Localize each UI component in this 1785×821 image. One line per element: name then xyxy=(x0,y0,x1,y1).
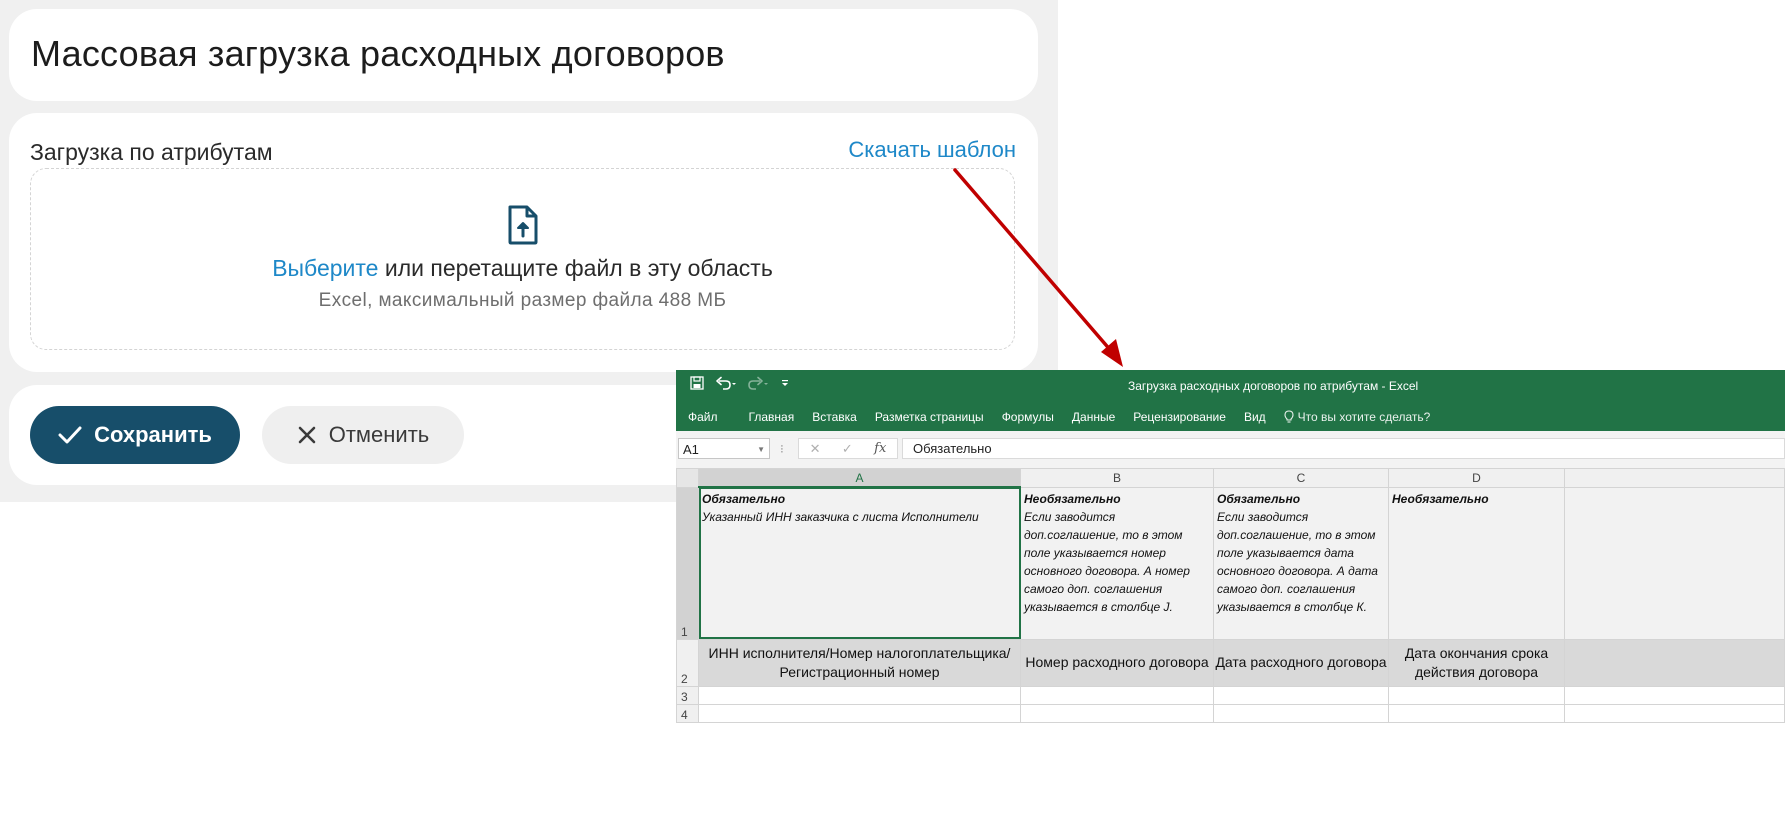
spreadsheet-grid: A B C D 1 Обязательно Указанный ИНН заказ… xyxy=(676,468,1785,821)
formula-bar: A1 ▼ ⁝ ✕ ✓ fx Обязательно xyxy=(676,431,1785,469)
cell-d1-title: Необязательно xyxy=(1392,491,1489,506)
save-button[interactable]: Сохранить xyxy=(30,406,240,464)
cancel-button-label: Отменить xyxy=(328,422,430,447)
column-header-e[interactable] xyxy=(1564,468,1785,488)
cell-a4[interactable] xyxy=(698,703,1021,723)
row-header-4[interactable]: 4 xyxy=(676,703,699,723)
confirm-edit-icon[interactable]: ✓ xyxy=(842,441,853,457)
excel-window-title: Загрузка расходных договоров по атрибута… xyxy=(1128,379,1419,393)
name-box[interactable]: A1 ▼ xyxy=(678,438,770,459)
cell-d3[interactable] xyxy=(1388,685,1565,705)
select-all-corner[interactable] xyxy=(676,468,699,488)
column-headers: A B C D xyxy=(676,468,1785,488)
cell-a1[interactable]: Обязательно Указанный ИНН заказчика с лис… xyxy=(698,486,1021,640)
dropzone-hint: Excel, максимальный размер файла 488 МБ xyxy=(318,290,727,311)
customize-icon[interactable] xyxy=(780,376,790,390)
cancel-button[interactable]: Отменить xyxy=(262,406,464,464)
save-button-label: Сохранить xyxy=(94,422,212,447)
table-row: 1 Обязательно Указанный ИНН заказчика с л… xyxy=(676,486,1785,640)
cell-a1-title: Обязательно xyxy=(702,492,786,506)
excel-window: Загрузка расходных договоров по атрибута… xyxy=(676,370,1785,821)
table-row: 4 xyxy=(676,703,1785,723)
dropzone-text: Выберите или перетащите файл в эту облас… xyxy=(31,255,1014,282)
dropzone-main-text: или перетащите файл в эту область xyxy=(378,255,773,281)
column-header-b[interactable]: B xyxy=(1020,468,1214,488)
cell-a1-text: Указанный ИНН заказчика с листа Исполнит… xyxy=(702,510,979,524)
tab-file[interactable]: Файл xyxy=(676,410,740,424)
cancel-edit-icon[interactable]: ✕ xyxy=(810,441,821,457)
tab-review[interactable]: Рецензирование xyxy=(1124,410,1235,424)
formula-input[interactable]: Обязательно xyxy=(902,438,1785,459)
column-header-a[interactable]: A xyxy=(698,468,1021,488)
cell-c4[interactable] xyxy=(1213,703,1389,723)
page-title: Массовая загрузка расходных договоров xyxy=(31,33,725,74)
cell-d2[interactable]: Дата окончания срока действия договора xyxy=(1388,638,1565,687)
cell-c1-text: Если заводится доп.соглашение, то в этом… xyxy=(1217,509,1378,614)
row-header-1[interactable]: 1 xyxy=(676,486,699,640)
cell-a2[interactable]: ИНН исполнителя/Номер налогоплательщика/… xyxy=(698,638,1021,687)
formula-buttons: ✕ ✓ fx xyxy=(798,438,898,459)
cell-b2[interactable]: Номер расходного договора xyxy=(1020,638,1214,687)
cell-c2[interactable]: Дата расходного договора xyxy=(1213,638,1389,687)
excel-titlebar: Загрузка расходных договоров по атрибута… xyxy=(676,370,1785,403)
download-template-link[interactable]: Скачать шаблон xyxy=(848,137,1016,163)
chevron-down-icon: ▼ xyxy=(757,445,765,454)
tell-me-text: Что вы хотите сделать? xyxy=(1297,410,1431,424)
tab-data[interactable]: Данные xyxy=(1063,410,1124,424)
cell-d4[interactable] xyxy=(1388,703,1565,723)
file-dropzone[interactable]: Выберите или перетащите файл в эту облас… xyxy=(30,168,1015,350)
check-icon xyxy=(58,426,82,444)
close-icon xyxy=(298,426,316,444)
name-box-value: A1 xyxy=(683,442,699,457)
cell-b1-text: Если заводится доп.соглашение, то в этом… xyxy=(1024,509,1190,614)
cell-c1-title: Обязательно xyxy=(1217,491,1301,506)
quick-access-toolbar xyxy=(690,376,790,390)
insert-function-icon[interactable]: fx xyxy=(874,441,886,456)
cell-e1[interactable] xyxy=(1564,486,1785,640)
cell-d1[interactable]: Необязательно xyxy=(1388,486,1565,640)
tab-page-layout[interactable]: Разметка страницы xyxy=(866,410,993,424)
cell-b1[interactable]: Необязательно Если заводится доп.соглашен… xyxy=(1020,486,1214,640)
file-upload-icon xyxy=(508,205,538,245)
cell-b1-title: Необязательно xyxy=(1024,491,1121,506)
table-row: 2 ИНН исполнителя/Номер налогоплательщик… xyxy=(676,638,1785,687)
tab-insert[interactable]: Вставка xyxy=(803,410,866,424)
cell-a3[interactable] xyxy=(698,685,1021,705)
section-label: Загрузка по атрибутам xyxy=(30,139,273,165)
cell-e2[interactable] xyxy=(1564,638,1785,687)
redo-icon[interactable] xyxy=(748,376,768,390)
column-header-c[interactable]: C xyxy=(1213,468,1389,488)
cell-c3[interactable] xyxy=(1213,685,1389,705)
tab-formulas[interactable]: Формулы xyxy=(993,410,1063,424)
ribbon-tabs: Файл Главная Вставка Разметка страницы Ф… xyxy=(676,403,1785,431)
lightbulb-icon xyxy=(1284,410,1294,423)
choose-file-link[interactable]: Выберите xyxy=(272,255,378,281)
row-header-2[interactable]: 2 xyxy=(676,638,699,687)
more-icon: ⁝ xyxy=(780,442,784,456)
save-icon[interactable] xyxy=(690,376,704,390)
tell-me-box[interactable]: Что вы хотите сделать? xyxy=(1275,410,1440,424)
cell-c1[interactable]: Обязательно Если заводится доп.соглашение… xyxy=(1213,486,1389,640)
upload-card: Загрузка по атрибутам Скачать шаблон Выб… xyxy=(9,113,1038,372)
cell-e4[interactable] xyxy=(1564,703,1785,723)
column-header-d[interactable]: D xyxy=(1388,468,1565,488)
table-row: 3 xyxy=(676,685,1785,705)
row-header-3[interactable]: 3 xyxy=(676,685,699,705)
undo-icon[interactable] xyxy=(716,376,736,390)
title-card: Массовая загрузка расходных договоров xyxy=(9,9,1038,101)
tab-view[interactable]: Вид xyxy=(1235,410,1275,424)
cell-b3[interactable] xyxy=(1020,685,1214,705)
tab-home[interactable]: Главная xyxy=(740,410,804,424)
cell-b4[interactable] xyxy=(1020,703,1214,723)
cell-e3[interactable] xyxy=(1564,685,1785,705)
